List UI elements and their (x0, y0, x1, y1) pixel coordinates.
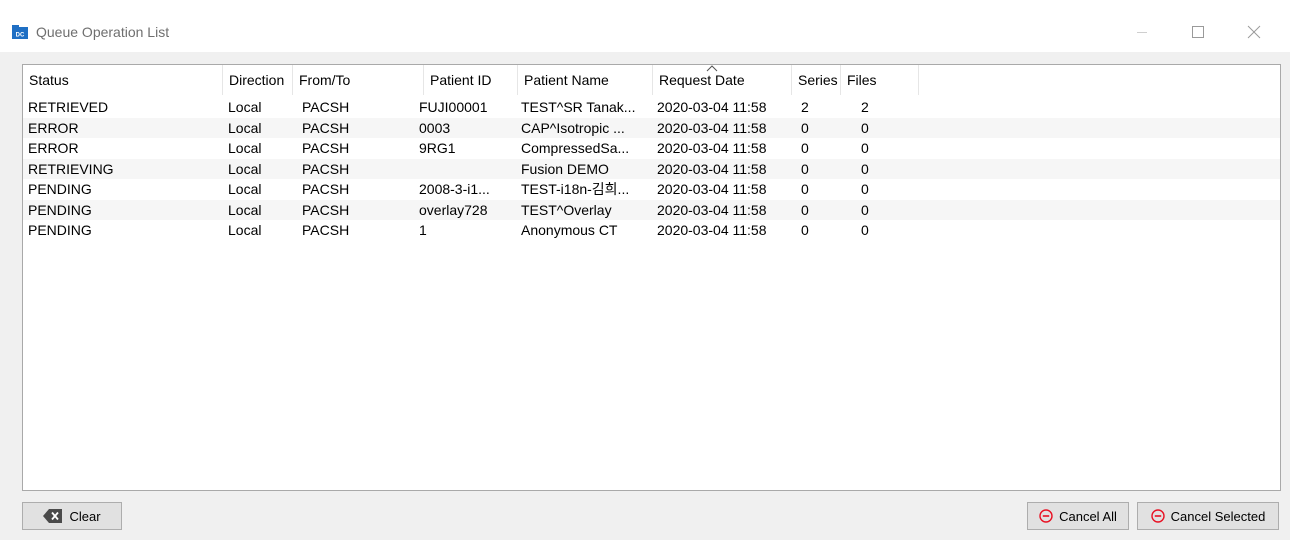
cell-from-to: PACSH (302, 160, 350, 177)
cell-patient-name: TEST^SR Tanak... (521, 99, 636, 115)
cell-files: 0 (861, 160, 869, 177)
cell-direction: Local (228, 119, 262, 136)
table-row[interactable]: ERROR Local PACSH 9RG1 CompressedSa... 2… (23, 138, 1280, 159)
cancel-all-button[interactable]: Cancel All (1027, 502, 1129, 530)
cell-request-date: 2020-03-04 11:58 (657, 222, 767, 238)
cell-request-date: 2020-03-04 11:58 (657, 140, 767, 156)
table-row[interactable]: RETRIEVING Local PACSH Fusion DEMO 2020-… (23, 158, 1280, 180)
cell-series: 0 (801, 119, 809, 136)
cell-request-date: 2020-03-04 11:58 (657, 99, 767, 115)
cell-files: 0 (861, 140, 869, 156)
cell-series: 0 (801, 222, 809, 238)
minus-circle-icon (1039, 509, 1053, 523)
close-button[interactable] (1232, 14, 1276, 50)
cell-direction: Local (228, 160, 262, 177)
cell-request-date: 2020-03-04 11:58 (657, 181, 767, 197)
cell-files: 0 (861, 181, 869, 197)
column-header-request-date[interactable]: Request Date (653, 65, 792, 95)
cell-patient-id: FUJI00001 (419, 99, 488, 115)
table-body: RETRIEVED Local PACSH FUJI00001 TEST^SR … (23, 97, 1280, 241)
column-header-from-to[interactable]: From/To (293, 65, 424, 95)
app-icon-text: DC (16, 33, 25, 39)
cell-direction: Local (228, 181, 262, 197)
cell-files: 0 (861, 119, 869, 136)
app-icon: DC (12, 25, 28, 39)
cell-patient-id: 9RG1 (419, 140, 456, 156)
queue-table[interactable]: Status Direction From/To Patient ID Pati… (22, 64, 1281, 491)
cell-series: 2 (801, 99, 809, 115)
minimize-icon (1137, 32, 1147, 33)
cell-direction: Local (228, 99, 262, 115)
cell-patient-id: overlay728 (419, 201, 488, 218)
maximize-icon (1192, 26, 1204, 38)
window-title: Queue Operation List (36, 24, 170, 40)
cell-from-to: PACSH (302, 201, 350, 218)
cell-status: PENDING (28, 222, 92, 238)
cell-patient-name: CAP^Isotropic ... (521, 119, 625, 136)
title-bar[interactable]: DC Queue Operation List (0, 0, 1290, 52)
cell-files: 0 (861, 201, 869, 218)
cell-series: 0 (801, 160, 809, 177)
cell-patient-id: 0003 (419, 119, 451, 136)
cell-direction: Local (228, 140, 262, 156)
minus-circle-icon (1150, 509, 1165, 523)
table-row[interactable]: PENDING Local PACSH 2008-3-i1... TEST-i1… (23, 179, 1280, 200)
clear-button[interactable]: Clear (22, 502, 122, 530)
cell-from-to: PACSH (302, 119, 350, 136)
cell-status: ERROR (28, 119, 79, 136)
maximize-button[interactable] (1176, 14, 1220, 50)
column-header-patient-id[interactable]: Patient ID (424, 65, 518, 95)
cell-patient-name: Fusion DEMO (521, 160, 609, 177)
close-icon (1247, 25, 1261, 39)
cell-from-to: PACSH (302, 222, 350, 238)
minimize-button[interactable] (1120, 14, 1164, 50)
table-row[interactable]: PENDING Local PACSH 1 Anonymous CT 2020-… (23, 220, 1280, 241)
cell-status: PENDING (28, 201, 92, 218)
cell-files: 0 (861, 222, 869, 238)
cell-from-to: PACSH (302, 99, 350, 115)
cell-direction: Local (228, 201, 262, 218)
column-header-series[interactable]: Series (792, 65, 841, 95)
cell-status: PENDING (28, 181, 92, 197)
cell-patient-name: TEST-i18n-김희... (521, 181, 630, 197)
cell-patient-id: 2008-3-i1... (419, 181, 490, 197)
sort-ascending-icon (706, 65, 718, 72)
cancel-selected-label: Cancel Selected (1170, 508, 1266, 524)
column-header-direction[interactable]: Direction (223, 65, 293, 95)
cell-patient-name: Anonymous CT (521, 222, 618, 238)
cell-series: 0 (801, 201, 809, 218)
cell-from-to: PACSH (302, 181, 350, 197)
table-row[interactable]: ERROR Local PACSH 0003 CAP^Isotropic ...… (23, 117, 1280, 138)
cell-status: ERROR (28, 140, 79, 156)
table-row[interactable]: PENDING Local PACSH overlay728 TEST^Over… (23, 199, 1280, 220)
column-header-status[interactable]: Status (23, 65, 223, 95)
clear-label: Clear (69, 508, 101, 524)
cancel-selected-button[interactable]: Cancel Selected (1137, 502, 1279, 530)
cell-direction: Local (228, 222, 262, 238)
cell-patient-name: TEST^Overlay (521, 201, 612, 218)
cell-request-date: 2020-03-04 11:58 (657, 201, 767, 218)
table-row[interactable]: RETRIEVED Local PACSH FUJI00001 TEST^SR … (23, 97, 1280, 118)
cell-series: 0 (801, 140, 809, 156)
cell-request-date: 2020-03-04 11:58 (657, 160, 767, 177)
cancel-all-label: Cancel All (1059, 508, 1117, 524)
backspace-icon (43, 509, 63, 523)
table-header: Status Direction From/To Patient ID Pati… (23, 65, 1280, 95)
cell-series: 0 (801, 181, 809, 197)
column-header-patient-name[interactable]: Patient Name (518, 65, 653, 95)
cell-status: RETRIEVING (28, 160, 114, 177)
cell-status: RETRIEVED (28, 99, 109, 115)
cell-files: 2 (861, 99, 869, 115)
cell-from-to: PACSH (302, 140, 350, 156)
cell-patient-id (414, 159, 518, 180)
queue-operation-window: DC Queue Operation List Status Direction… (0, 0, 1290, 540)
cell-patient-name: CompressedSa... (521, 140, 630, 156)
cell-request-date: 2020-03-04 11:58 (657, 119, 767, 136)
cell-patient-id: 1 (419, 222, 427, 238)
column-header-files[interactable]: Files (841, 65, 919, 95)
